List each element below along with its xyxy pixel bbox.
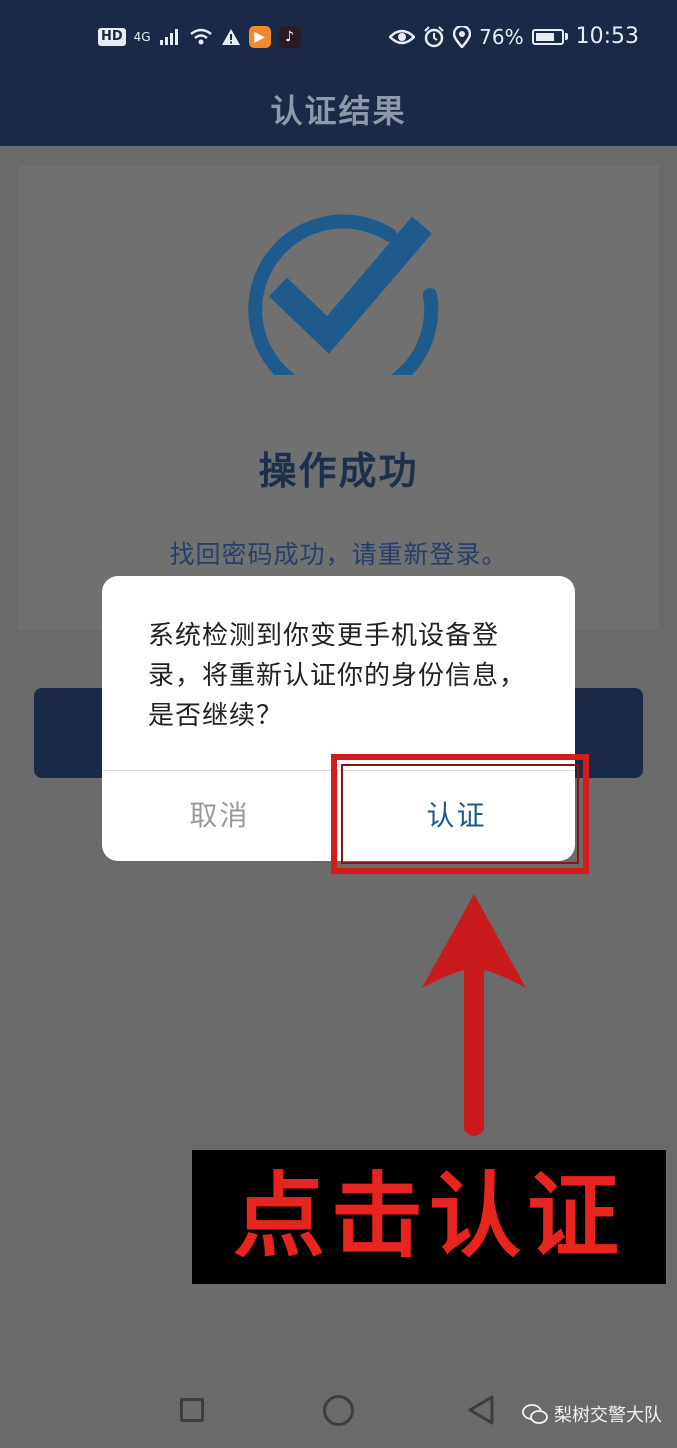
signal-icon xyxy=(159,29,178,45)
wifi-icon xyxy=(189,28,212,45)
alert-icon xyxy=(221,29,240,45)
dialog-message: 系统检测到你变更手机设备登录，将重新认证你的身份信息，是否继续？ xyxy=(148,621,527,731)
battery-percent: 76% xyxy=(479,24,524,49)
arrow-up-icon xyxy=(422,894,526,1136)
location-icon xyxy=(453,25,472,48)
cancel-button[interactable]: 取消 xyxy=(102,771,337,861)
hd-badge: HD xyxy=(98,28,126,46)
status-bar: HD 4G ▶ ♪ 76% 10:53 xyxy=(0,18,677,62)
success-check-icon xyxy=(248,214,439,375)
status-right: 76% 10:53 xyxy=(389,24,639,49)
top-bar: HD 4G ▶ ♪ 76% 10:53 认证结果 xyxy=(0,0,677,146)
tiktok-icon: ♪ xyxy=(278,26,301,48)
annotation-label: 点击认证 xyxy=(192,1150,666,1284)
clock: 10:53 xyxy=(575,24,639,49)
success-title: 操作成功 xyxy=(258,449,419,493)
battery-icon xyxy=(531,28,568,45)
status-left: HD 4G ▶ ♪ xyxy=(98,26,301,48)
home-button[interactable] xyxy=(323,1395,354,1426)
recent-apps-button[interactable] xyxy=(180,1398,204,1422)
watermark: 梨树交警大队 xyxy=(522,1401,662,1427)
highlight-box-inner xyxy=(341,764,579,864)
back-button[interactable] xyxy=(466,1394,496,1426)
success-message: 找回密码成功，请重新登录。 xyxy=(169,540,508,569)
alarm-icon xyxy=(424,25,444,47)
watermark-text: 梨树交警大队 xyxy=(554,1405,662,1426)
video-app-icon: ▶ xyxy=(248,26,271,48)
wechat-icon xyxy=(522,1404,548,1424)
eye-icon xyxy=(389,29,416,44)
page-title: 认证结果 xyxy=(270,92,407,130)
network-type: 4G xyxy=(133,30,151,44)
